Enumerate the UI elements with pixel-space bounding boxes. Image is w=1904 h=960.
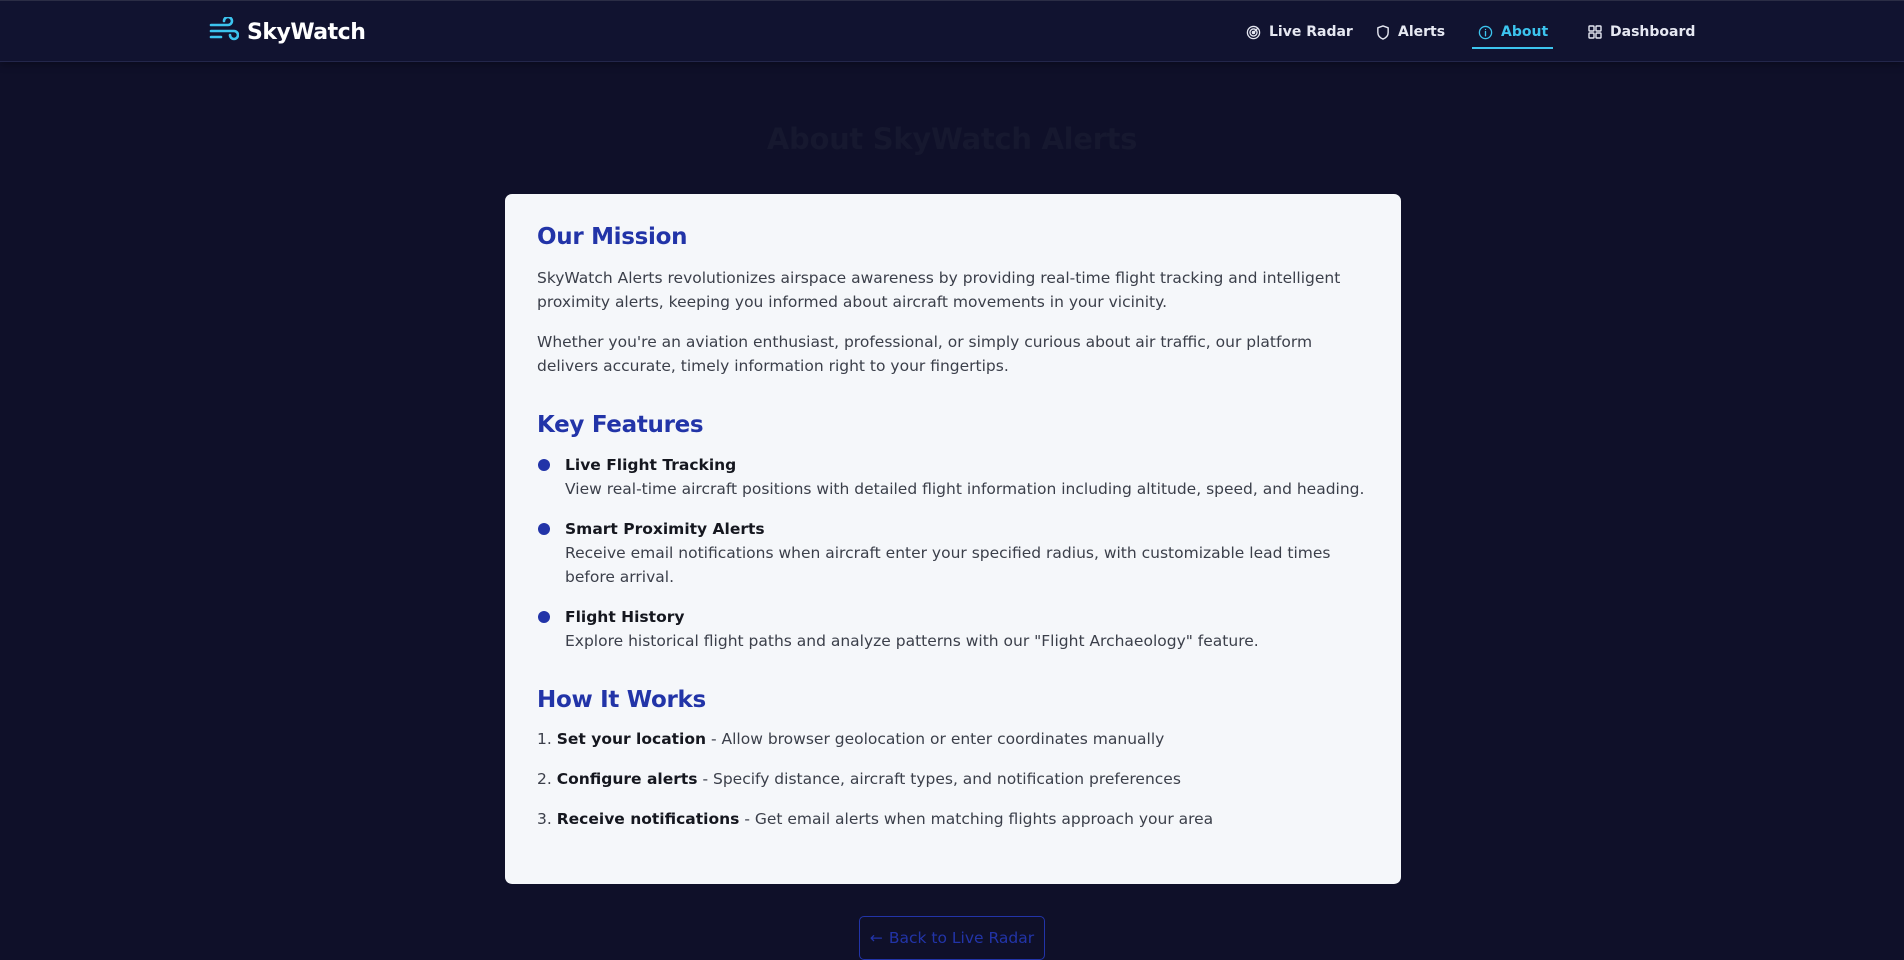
feature-title: Flight History [565, 608, 685, 626]
nav-dashboard-label: Dashboard [1610, 24, 1696, 40]
step-number: 1. [537, 730, 552, 748]
nav-dashboard[interactable]: Dashboard [1588, 1, 1695, 63]
nav-about-label: About [1501, 24, 1549, 40]
feature-item: Live Flight Tracking View real-time airc… [537, 453, 1369, 501]
step-item: 1. Set your location - Allow browser geo… [537, 727, 1369, 751]
mission-paragraph: Whether you're an aviation enthusiast, p… [537, 333, 1313, 375]
grid-icon [1588, 25, 1602, 39]
bullet-icon [538, 523, 550, 535]
feature-description: Receive email notifications when aircraf… [565, 544, 1331, 586]
active-tab-indicator [1472, 47, 1553, 49]
brand-name: SkyWatch [247, 19, 366, 45]
step-title: Set your location [556, 730, 707, 748]
feature-item: Smart Proximity Alerts Receive email not… [537, 517, 1369, 589]
shield-icon [1376, 24, 1390, 40]
radar-icon [1246, 25, 1261, 40]
features-heading: Key Features [537, 412, 704, 438]
bullet-icon [538, 611, 550, 623]
wind-icon [209, 15, 240, 47]
top-navbar: SkyWatch Live Radar Alerts About Dashboa… [0, 0, 1904, 62]
step-item: 2. Configure alerts - Specify distance, … [537, 767, 1369, 791]
brand-logo[interactable]: SkyWatch [209, 15, 366, 47]
nav-live-radar[interactable]: Live Radar [1246, 1, 1353, 63]
nav-alerts-label: Alerts [1398, 24, 1446, 40]
step-description: - Allow browser geolocation or enter coo… [706, 730, 1165, 748]
step-number: 2. [537, 770, 552, 788]
step-description: - Specify distance, aircraft types, and … [697, 770, 1181, 788]
about-card: Our Mission SkyWatch Alerts revolutioniz… [505, 194, 1401, 884]
arrow-left-icon: ← [869, 929, 883, 947]
feature-item: Flight History Explore historical flight… [537, 605, 1369, 653]
step-title: Receive notifications [556, 810, 740, 828]
nav-alerts[interactable]: Alerts [1376, 1, 1445, 63]
nav-live-radar-label: Live Radar [1269, 24, 1353, 40]
bullet-icon [538, 459, 550, 471]
feature-title: Live Flight Tracking [565, 456, 737, 474]
step-title: Configure alerts [556, 770, 698, 788]
back-to-live-radar-button[interactable]: ← Back to Live Radar [859, 916, 1045, 960]
step-description: - Get email alerts when matching flights… [739, 810, 1214, 828]
info-icon [1478, 25, 1493, 40]
feature-description: Explore historical flight paths and anal… [565, 632, 1259, 650]
page-title: About SkyWatch Alerts [766, 122, 1138, 156]
how-heading: How It Works [537, 687, 706, 713]
step-number: 3. [537, 810, 552, 828]
step-item: 3. Receive notifications - Get email ale… [537, 807, 1369, 831]
mission-paragraph: SkyWatch Alerts revolutionizes airspace … [537, 269, 1341, 311]
nav-about[interactable]: About [1478, 1, 1548, 63]
back-button-label: Back to Live Radar [888, 929, 1035, 947]
feature-title: Smart Proximity Alerts [565, 520, 765, 538]
mission-heading: Our Mission [537, 224, 688, 250]
feature-description: View real-time aircraft positions with d… [565, 480, 1365, 498]
